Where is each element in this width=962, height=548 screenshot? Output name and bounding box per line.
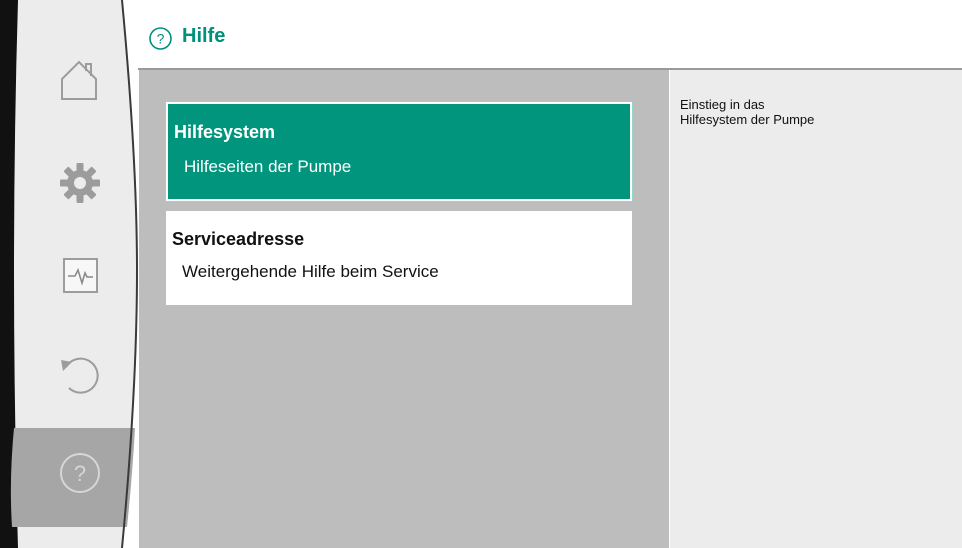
menu-item-subtitle: Weitergehende Hilfe beim Service bbox=[182, 262, 439, 281]
info-panel: Einstieg in das Hilfesystem der Pumpe bbox=[670, 70, 962, 548]
info-text: Einstieg in das Hilfesystem der Pumpe bbox=[680, 97, 950, 127]
info-line: Einstieg in das bbox=[680, 97, 765, 112]
svg-text:?: ? bbox=[157, 31, 165, 47]
header-bar: ? Hilfe bbox=[138, 0, 962, 70]
gear-icon[interactable] bbox=[60, 163, 100, 203]
menu-item-hilfesystem[interactable]: Hilfesystem Hilfeseiten der Pumpe bbox=[165, 101, 633, 202]
help-circle-icon: ? bbox=[149, 27, 172, 50]
menu-item-title: Hilfesystem bbox=[174, 122, 276, 142]
menu-item-serviceadresse[interactable]: Serviceadresse Weitergehende Hilfe beim … bbox=[166, 211, 632, 305]
sidebar: ? bbox=[0, 0, 139, 548]
menu-item-subtitle: Hilfeseiten der Pumpe bbox=[184, 157, 352, 176]
menu-item-title: Serviceadresse bbox=[172, 229, 305, 249]
pulse-monitor-icon[interactable] bbox=[63, 258, 98, 293]
info-line: Hilfesystem der Pumpe bbox=[680, 112, 815, 127]
svg-text:?: ? bbox=[74, 461, 86, 486]
page-title: Hilfe bbox=[182, 25, 226, 47]
menu-list: Hilfesystem Hilfeseiten der Pumpe Servic… bbox=[139, 70, 669, 548]
